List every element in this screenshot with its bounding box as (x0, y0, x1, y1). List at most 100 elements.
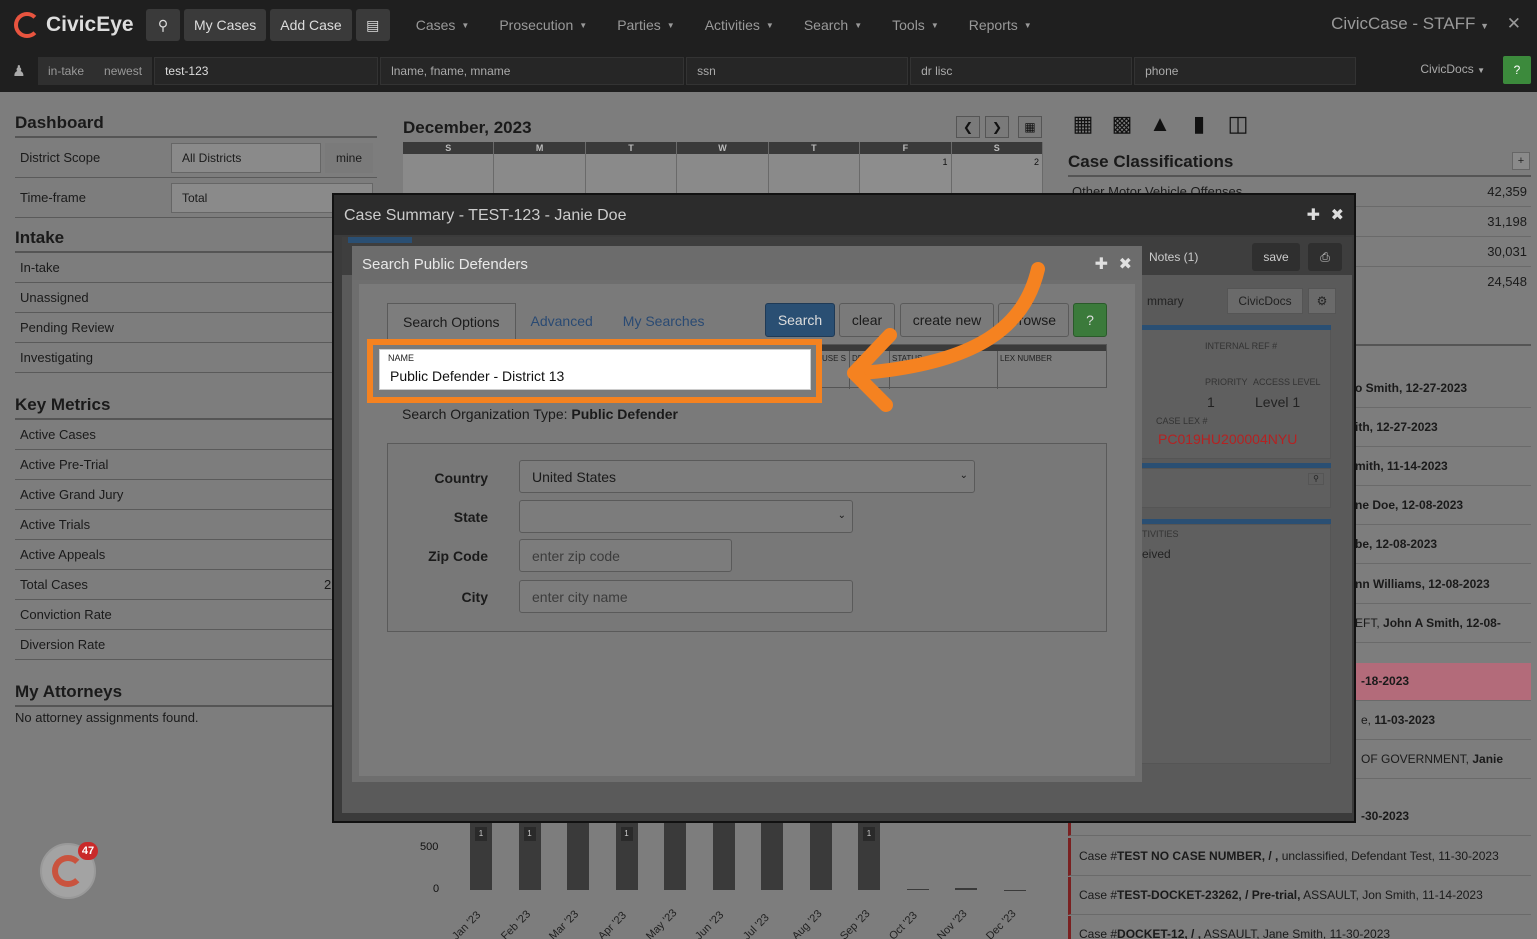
search-icon[interactable]: ⚲ (146, 9, 180, 41)
metric-item[interactable]: Active Pre-Trial (15, 450, 377, 480)
chart-bar[interactable] (1003, 890, 1026, 891)
close-icon[interactable]: ✖ (1331, 205, 1344, 225)
chart-bar[interactable] (955, 888, 977, 890)
calendar-icon[interactable]: ▩ (1111, 111, 1133, 136)
timeframe-row: Time-frame Total (15, 178, 377, 218)
chart-bar[interactable] (712, 823, 735, 890)
expand-icon[interactable]: ✚ (1307, 205, 1320, 225)
user-icon[interactable]: ♟ (0, 62, 38, 80)
chart-bar[interactable] (906, 888, 929, 890)
x-tick-label: Feb '23 (498, 908, 533, 939)
caret-down-icon: ▼ (666, 20, 675, 30)
calendar-prev-icon[interactable]: ❮ (956, 116, 980, 138)
menu-parties[interactable]: Parties ▼ (617, 17, 675, 33)
calendar-day[interactable]: S (403, 142, 495, 194)
menu-activities[interactable]: Activities ▼ (705, 17, 774, 33)
calendar-day[interactable]: W (677, 142, 769, 194)
x-tick-label: Sep '23 (838, 907, 873, 939)
chart-bar[interactable] (664, 823, 686, 890)
x-tick-label: Jul '23 (741, 911, 772, 939)
civicdocs-menu[interactable]: CivicDocs ▼ (1420, 62, 1485, 76)
add-classification-button[interactable]: + (1512, 152, 1530, 170)
my-cases-button[interactable]: My Cases (184, 9, 267, 41)
intake-filter[interactable]: in-take (38, 57, 95, 85)
menu-search[interactable]: Search ▼ (804, 17, 862, 33)
search-icon[interactable]: ⚲ (1308, 473, 1324, 485)
intake-item[interactable]: Investigating (15, 343, 377, 373)
gear-icon[interactable]: ⚙ (1308, 288, 1336, 314)
mine-button[interactable]: mine (325, 143, 373, 173)
help-button[interactable]: ? (1503, 56, 1531, 84)
tab-search-options[interactable]: Search Options (387, 303, 516, 339)
intake-item[interactable]: In-take (15, 253, 377, 283)
panel-header (1137, 325, 1331, 330)
tab-advanced[interactable]: Advanced (516, 303, 608, 339)
activity-item[interactable]: Case #TEST-DOCKET-23262, / Pre-trial, AS… (1068, 877, 1531, 915)
civicdocs-button[interactable]: CivicDocs (1227, 288, 1303, 314)
metric-item[interactable]: Conviction Rate (15, 600, 377, 630)
access-level-value: Level 1 (1255, 394, 1301, 410)
calendar-day[interactable]: T (585, 142, 678, 194)
metric-item[interactable]: Active Trials (15, 510, 377, 540)
close-icon[interactable]: ✖ (1119, 254, 1132, 274)
metric-item-total-cases[interactable]: Total Cases 2 (15, 570, 377, 600)
metric-item[interactable]: Diversion Rate (15, 630, 377, 660)
caret-down-icon: ▼ (461, 20, 470, 30)
menu-reports[interactable]: Reports ▼ (969, 17, 1032, 33)
phone-search-input[interactable]: phone (1134, 57, 1357, 85)
intake-item[interactable]: Unassigned (15, 283, 377, 313)
drlisc-search-input[interactable]: dr lisc (910, 57, 1133, 85)
caret-down-icon: ▼ (854, 20, 863, 30)
activity-item[interactable]: Case #DOCKET-12, / , ASSAULT, Jane Smith… (1068, 916, 1531, 939)
district-scope-select[interactable]: All Districts (171, 143, 321, 173)
newest-filter[interactable]: newest (94, 57, 153, 85)
notes-tab[interactable]: Notes (1) (1137, 243, 1210, 271)
zip-code-input[interactable]: enter zip code (519, 539, 732, 572)
calendar-day[interactable]: F1 (860, 142, 952, 194)
name-value: Public Defender - District 13 (390, 368, 565, 384)
calculator-icon[interactable]: ▦ (1072, 111, 1094, 136)
ssn-search-input[interactable]: ssn (686, 57, 909, 85)
country-select[interactable]: United States ⌄ (519, 460, 975, 493)
calendar-day[interactable]: T (768, 142, 861, 194)
close-icon[interactable]: ✕ (1507, 14, 1521, 34)
calendar-day[interactable]: M (494, 142, 586, 194)
metric-item[interactable]: Active Cases (15, 420, 377, 450)
calendar-next-icon[interactable]: ❯ (985, 116, 1009, 138)
menu-cases[interactable]: Cases ▼ (416, 17, 470, 33)
book-icon[interactable]: ◫ (1227, 111, 1249, 136)
save-button[interactable]: save (1252, 243, 1300, 271)
calculator-icon[interactable]: ▤ (355, 9, 390, 41)
attorneys-empty-text: No attorney assignments found. (15, 710, 199, 725)
case-search-input[interactable]: test-123 (154, 57, 379, 85)
chart-bar[interactable] (761, 823, 783, 890)
x-tick-label: Jun '23 (692, 909, 726, 939)
document-icon[interactable]: ▮ (1188, 111, 1210, 136)
chart-bar[interactable] (809, 823, 832, 890)
help-button[interactable]: ? (1073, 303, 1107, 337)
expand-icon[interactable]: ✚ (1095, 254, 1108, 274)
annotation-arrow-icon (847, 262, 1045, 412)
metric-item[interactable]: Active Grand Jury (15, 480, 377, 510)
map-icon[interactable]: ▲ (1149, 111, 1171, 136)
brand[interactable]: CivicEye (14, 12, 142, 38)
city-input[interactable]: enter city name (519, 580, 853, 613)
activity-item[interactable]: Case #TEST NO CASE NUMBER, / , unclassif… (1068, 838, 1531, 876)
name-label: NAME (388, 353, 415, 363)
chart-bar[interactable] (567, 823, 589, 890)
summary-tab[interactable]: mmary (1137, 288, 1194, 314)
name-input[interactable]: NAME Public Defender - District 13 (379, 349, 811, 390)
intake-item[interactable]: Pending Review (15, 313, 377, 343)
print-icon[interactable]: ⎙ (1308, 243, 1342, 271)
app-title-menu[interactable]: CivicCase - STAFF ▼ (1331, 14, 1489, 34)
civiceye-logo-icon (52, 855, 84, 887)
calendar-day[interactable]: S2 (951, 142, 1043, 194)
name-search-input[interactable]: lname, fname, mname (380, 57, 685, 85)
menu-prosecution[interactable]: Prosecution ▼ (499, 17, 587, 33)
menu-tools[interactable]: Tools ▼ (892, 17, 939, 33)
calendar-icon[interactable]: ▦ (1018, 116, 1042, 138)
add-case-button[interactable]: Add Case (270, 9, 352, 41)
tab-my-searches[interactable]: My Searches (608, 303, 720, 339)
state-select[interactable]: ⌄ (519, 500, 853, 533)
metric-item[interactable]: Active Appeals (15, 540, 377, 570)
